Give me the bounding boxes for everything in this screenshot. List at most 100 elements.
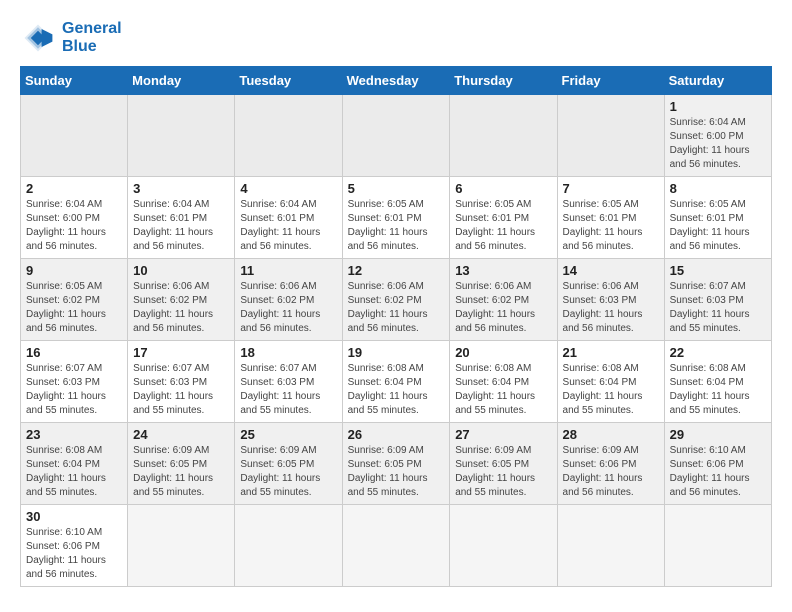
cell-date-number: 18 — [240, 345, 336, 360]
cell-date-number: 13 — [455, 263, 551, 278]
page-header: General Blue — [20, 20, 772, 56]
cell-info-text: Sunrise: 6:07 AMSunset: 6:03 PMDaylight:… — [133, 362, 229, 418]
cell-date-number: 22 — [670, 345, 766, 360]
calendar-cell: 1 Sunrise: 6:04 AMSunset: 6:00 PMDaylight… — [664, 95, 771, 177]
weekday-sunday: Sunday — [21, 67, 128, 95]
cell-info-text: Sunrise: 6:06 AMSunset: 6:02 PMDaylight:… — [455, 280, 551, 336]
cell-date-number: 20 — [455, 345, 551, 360]
week-row-5: 23 Sunrise: 6:08 AMSunset: 6:04 PMDayligh… — [21, 423, 772, 505]
weekday-monday: Monday — [128, 67, 235, 95]
logo-icon — [20, 20, 56, 56]
week-row-6: 30 Sunrise: 6:10 AMSunset: 6:06 PMDayligh… — [21, 505, 772, 587]
cell-date-number: 7 — [563, 181, 659, 196]
cell-date-number: 11 — [240, 263, 336, 278]
calendar-cell — [557, 505, 664, 587]
cell-info-text: Sunrise: 6:04 AMSunset: 6:01 PMDaylight:… — [240, 198, 336, 254]
calendar-cell: 26 Sunrise: 6:09 AMSunset: 6:05 PMDayligh… — [342, 423, 450, 505]
cell-info-text: Sunrise: 6:06 AMSunset: 6:02 PMDaylight:… — [240, 280, 336, 336]
cell-date-number: 28 — [563, 427, 659, 442]
calendar-cell: 27 Sunrise: 6:09 AMSunset: 6:05 PMDayligh… — [450, 423, 557, 505]
cell-info-text: Sunrise: 6:04 AMSunset: 6:00 PMDaylight:… — [670, 116, 766, 172]
cell-date-number: 9 — [26, 263, 122, 278]
calendar-cell: 10 Sunrise: 6:06 AMSunset: 6:02 PMDayligh… — [128, 259, 235, 341]
week-row-3: 9Sunrise: 6:05 AMSunset: 6:02 PMDaylight… — [21, 259, 772, 341]
cell-date-number: 2 — [26, 181, 122, 196]
calendar-cell: 14 Sunrise: 6:06 AMSunset: 6:03 PMDayligh… — [557, 259, 664, 341]
cell-date-number: 21 — [563, 345, 659, 360]
calendar-cell — [450, 95, 557, 177]
cell-info-text: Sunrise: 6:09 AMSunset: 6:05 PMDaylight:… — [455, 444, 551, 500]
cell-info-text: Sunrise: 6:07 AMSunset: 6:03 PMDaylight:… — [670, 280, 766, 336]
calendar-cell — [128, 505, 235, 587]
logo: General Blue — [20, 20, 122, 56]
calendar-cell: 17 Sunrise: 6:07 AMSunset: 6:03 PMDayligh… — [128, 341, 235, 423]
calendar-cell: 7 Sunrise: 6:05 AMSunset: 6:01 PMDaylight… — [557, 177, 664, 259]
cell-date-number: 3 — [133, 181, 229, 196]
calendar-cell: 18Sunrise: 6:07 AMSunset: 6:03 PMDayligh… — [235, 341, 342, 423]
cell-info-text: Sunrise: 6:09 AMSunset: 6:06 PMDaylight:… — [563, 444, 659, 500]
cell-info-text: Sunrise: 6:05 AMSunset: 6:01 PMDaylight:… — [348, 198, 445, 254]
week-row-2: 2Sunrise: 6:04 AMSunset: 6:00 PMDaylight… — [21, 177, 772, 259]
cell-date-number: 1 — [670, 99, 766, 114]
calendar-cell: 3 Sunrise: 6:04 AMSunset: 6:01 PMDaylight… — [128, 177, 235, 259]
calendar-cell: 13 Sunrise: 6:06 AMSunset: 6:02 PMDayligh… — [450, 259, 557, 341]
calendar-cell — [557, 95, 664, 177]
cell-date-number: 15 — [670, 263, 766, 278]
cell-info-text: Sunrise: 6:09 AMSunset: 6:05 PMDaylight:… — [348, 444, 445, 500]
calendar-cell: 16Sunrise: 6:07 AMSunset: 6:03 PMDayligh… — [21, 341, 128, 423]
calendar-cell: 19 Sunrise: 6:08 AMSunset: 6:04 PMDayligh… — [342, 341, 450, 423]
weekday-tuesday: Tuesday — [235, 67, 342, 95]
calendar-cell: 4Sunrise: 6:04 AMSunset: 6:01 PMDaylight… — [235, 177, 342, 259]
cell-date-number: 24 — [133, 427, 229, 442]
cell-info-text: Sunrise: 6:06 AMSunset: 6:03 PMDaylight:… — [563, 280, 659, 336]
cell-date-number: 8 — [670, 181, 766, 196]
cell-info-text: Sunrise: 6:08 AMSunset: 6:04 PMDaylight:… — [348, 362, 445, 418]
cell-info-text: Sunrise: 6:08 AMSunset: 6:04 PMDaylight:… — [455, 362, 551, 418]
cell-date-number: 19 — [348, 345, 445, 360]
calendar-cell: 30 Sunrise: 6:10 AMSunset: 6:06 PMDayligh… — [21, 505, 128, 587]
calendar-cell: 20 Sunrise: 6:08 AMSunset: 6:04 PMDayligh… — [450, 341, 557, 423]
calendar-cell: 2Sunrise: 6:04 AMSunset: 6:00 PMDaylight… — [21, 177, 128, 259]
cell-date-number: 23 — [26, 427, 122, 442]
weekday-wednesday: Wednesday — [342, 67, 450, 95]
calendar-cell: 24 Sunrise: 6:09 AMSunset: 6:05 PMDayligh… — [128, 423, 235, 505]
cell-info-text: Sunrise: 6:10 AMSunset: 6:06 PMDaylight:… — [26, 526, 122, 582]
calendar-cell: 25 Sunrise: 6:09 AMSunset: 6:05 PMDayligh… — [235, 423, 342, 505]
cell-date-number: 16 — [26, 345, 122, 360]
cell-info-text: Sunrise: 6:08 AMSunset: 6:04 PMDaylight:… — [563, 362, 659, 418]
calendar-cell — [128, 95, 235, 177]
calendar-cell — [342, 95, 450, 177]
calendar-cell: 5Sunrise: 6:05 AMSunset: 6:01 PMDaylight… — [342, 177, 450, 259]
weekday-thursday: Thursday — [450, 67, 557, 95]
cell-date-number: 26 — [348, 427, 445, 442]
cell-date-number: 10 — [133, 263, 229, 278]
calendar-cell: 12 Sunrise: 6:06 AMSunset: 6:02 PMDayligh… — [342, 259, 450, 341]
calendar-cell — [664, 505, 771, 587]
cell-info-text: Sunrise: 6:09 AMSunset: 6:05 PMDaylight:… — [133, 444, 229, 500]
weekday-saturday: Saturday — [664, 67, 771, 95]
calendar-cell — [235, 505, 342, 587]
cell-date-number: 27 — [455, 427, 551, 442]
cell-info-text: Sunrise: 6:08 AMSunset: 6:04 PMDaylight:… — [26, 444, 122, 500]
cell-date-number: 30 — [26, 509, 122, 524]
cell-date-number: 12 — [348, 263, 445, 278]
cell-info-text: Sunrise: 6:05 AMSunset: 6:01 PMDaylight:… — [563, 198, 659, 254]
calendar-cell: 15 Sunrise: 6:07 AMSunset: 6:03 PMDayligh… — [664, 259, 771, 341]
cell-info-text: Sunrise: 6:09 AMSunset: 6:05 PMDaylight:… — [240, 444, 336, 500]
cell-info-text: Sunrise: 6:04 AMSunset: 6:01 PMDaylight:… — [133, 198, 229, 254]
cell-date-number: 14 — [563, 263, 659, 278]
cell-info-text: Sunrise: 6:06 AMSunset: 6:02 PMDaylight:… — [133, 280, 229, 336]
calendar-cell: 23 Sunrise: 6:08 AMSunset: 6:04 PMDayligh… — [21, 423, 128, 505]
calendar-cell: 8Sunrise: 6:05 AMSunset: 6:01 PMDaylight… — [664, 177, 771, 259]
cell-date-number: 17 — [133, 345, 229, 360]
weekday-friday: Friday — [557, 67, 664, 95]
calendar-cell — [235, 95, 342, 177]
cell-info-text: Sunrise: 6:05 AMSunset: 6:01 PMDaylight:… — [455, 198, 551, 254]
logo-text: General Blue — [62, 20, 122, 55]
cell-date-number: 25 — [240, 427, 336, 442]
cell-info-text: Sunrise: 6:06 AMSunset: 6:02 PMDaylight:… — [348, 280, 445, 336]
cell-date-number: 6 — [455, 181, 551, 196]
calendar-cell — [342, 505, 450, 587]
calendar-cell: 6 Sunrise: 6:05 AMSunset: 6:01 PMDaylight… — [450, 177, 557, 259]
calendar-cell: 21 Sunrise: 6:08 AMSunset: 6:04 PMDayligh… — [557, 341, 664, 423]
